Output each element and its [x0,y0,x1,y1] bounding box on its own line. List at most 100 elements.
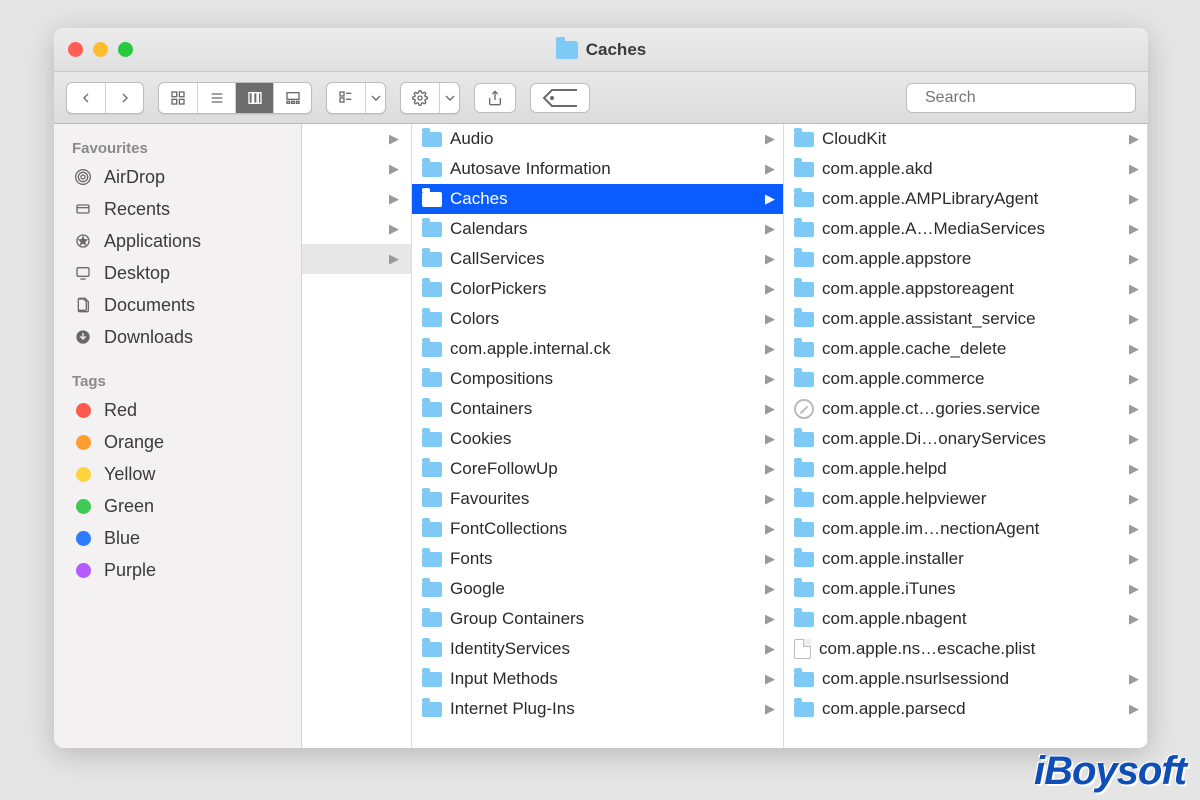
item-label: com.apple.internal.ck [450,339,757,359]
minimize-button[interactable] [93,42,108,57]
finder-window: Caches [54,28,1148,748]
list-item[interactable]: com.apple.commerce▶ [784,364,1147,394]
share-button[interactable] [474,83,516,113]
search-input[interactable] [925,89,1132,107]
zoom-button[interactable] [118,42,133,57]
list-item[interactable]: Compositions▶ [412,364,783,394]
folder-icon [794,132,814,147]
folder-icon [794,552,814,567]
item-label: Internet Plug-Ins [450,699,757,719]
parent-item[interactable]: ▶ [302,184,411,214]
item-label: Calendars [450,219,757,239]
list-item[interactable]: com.apple.nbagent▶ [784,604,1147,634]
view-icons-button[interactable] [159,83,197,113]
back-button[interactable] [67,83,105,113]
sidebar-tag-purple[interactable]: Purple [60,554,295,586]
sidebar-item-applications[interactable]: Applications [60,225,295,257]
list-item[interactable]: Google▶ [412,574,783,604]
chevron-right-icon: ▶ [1129,161,1139,177]
sidebar-item-recents[interactable]: Recents [60,193,295,225]
list-item[interactable]: com.apple.ns…escache.plist [784,634,1147,664]
list-item[interactable]: com.apple.akd▶ [784,154,1147,184]
recents-icon [72,198,94,220]
list-item[interactable]: com.apple.installer▶ [784,544,1147,574]
forward-button[interactable] [105,83,143,113]
group-by[interactable] [326,82,386,114]
list-item[interactable]: com.apple.parsecd▶ [784,694,1147,724]
list-item[interactable]: com.apple.appstore▶ [784,244,1147,274]
parent-item[interactable]: ▶ [302,214,411,244]
gear-icon[interactable] [401,83,439,113]
view-gallery-button[interactable] [273,83,311,113]
sidebar-tag-label: Purple [104,560,156,581]
sidebar-item-downloads[interactable]: Downloads [60,321,295,353]
chevron-down-icon[interactable] [365,83,385,113]
list-item[interactable]: ColorPickers▶ [412,274,783,304]
list-item[interactable]: com.apple.AMPLibraryAgent▶ [784,184,1147,214]
item-label: ColorPickers [450,279,757,299]
item-label: com.apple.A…MediaServices [822,219,1121,239]
list-item[interactable]: com.apple.nsurlsessiond▶ [784,664,1147,694]
list-item[interactable]: Favourites▶ [412,484,783,514]
parent-item[interactable]: ▶ [302,124,411,154]
column-0[interactable]: ▶ ▶ ▶ ▶ ▶ [302,124,412,748]
column-2[interactable]: CloudKit▶com.apple.akd▶com.apple.AMPLibr… [784,124,1148,748]
nav-back-forward [66,82,144,114]
item-label: com.apple.ns…escache.plist [819,639,1139,659]
list-item[interactable]: com.apple.assistant_service▶ [784,304,1147,334]
list-item[interactable]: com.apple.appstoreagent▶ [784,274,1147,304]
sidebar-tag-green[interactable]: Green [60,490,295,522]
tag-dot-icon [76,563,91,578]
list-item[interactable]: Calendars▶ [412,214,783,244]
list-item[interactable]: com.apple.ct…gories.service▶ [784,394,1147,424]
action-menu[interactable] [400,82,460,114]
column-1[interactable]: Audio▶Autosave Information▶Caches▶Calend… [412,124,784,748]
item-label: com.apple.helpviewer [822,489,1121,509]
folder-icon [794,222,814,237]
parent-item-selected[interactable]: ▶ [302,244,411,274]
list-item[interactable]: Fonts▶ [412,544,783,574]
search-field[interactable] [906,83,1136,113]
list-item[interactable]: com.apple.A…MediaServices▶ [784,214,1147,244]
list-item[interactable]: FontCollections▶ [412,514,783,544]
sidebar-tag-orange[interactable]: Orange [60,426,295,458]
group-by-button[interactable] [327,83,365,113]
list-item[interactable]: com.apple.helpd▶ [784,454,1147,484]
list-item[interactable]: Audio▶ [412,124,783,154]
sidebar-item-airdrop[interactable]: AirDrop [60,161,295,193]
list-item[interactable]: Group Containers▶ [412,604,783,634]
list-item[interactable]: com.apple.Di…onaryServices▶ [784,424,1147,454]
list-item[interactable]: com.apple.iTunes▶ [784,574,1147,604]
chevron-down-icon[interactable] [439,83,459,113]
list-item[interactable]: IdentityServices▶ [412,634,783,664]
list-item[interactable]: Input Methods▶ [412,664,783,694]
sidebar-tag-blue[interactable]: Blue [60,522,295,554]
sidebar-item-desktop[interactable]: Desktop [60,257,295,289]
list-item[interactable]: CloudKit▶ [784,124,1147,154]
list-item[interactable]: com.apple.im…nectionAgent▶ [784,514,1147,544]
list-item[interactable]: com.apple.internal.ck ▶ [412,334,783,364]
parent-item[interactable]: ▶ [302,154,411,184]
list-item[interactable]: Colors▶ [412,304,783,334]
list-item[interactable]: CallServices▶ [412,244,783,274]
close-button[interactable] [68,42,83,57]
list-item[interactable]: com.apple.helpviewer▶ [784,484,1147,514]
list-item[interactable]: Caches▶ [412,184,783,214]
item-label: Input Methods [450,669,757,689]
view-columns-button[interactable] [235,83,273,113]
list-item[interactable]: Internet Plug-Ins▶ [412,694,783,724]
sidebar-tag-red[interactable]: Red [60,394,295,426]
sidebar-item-documents[interactable]: Documents [60,289,295,321]
list-item[interactable]: CoreFollowUp▶ [412,454,783,484]
tags-button[interactable] [530,83,590,113]
list-item[interactable]: com.apple.cache_delete▶ [784,334,1147,364]
item-label: FontCollections [450,519,757,539]
sidebar-item-label: Recents [104,199,170,220]
list-item[interactable]: Autosave Information▶ [412,154,783,184]
sidebar-tag-yellow[interactable]: Yellow [60,458,295,490]
sidebar-item-label: AirDrop [104,167,165,188]
view-list-button[interactable] [197,83,235,113]
list-item[interactable]: Containers▶ [412,394,783,424]
list-item[interactable]: Cookies▶ [412,424,783,454]
chevron-right-icon: ▶ [765,341,775,357]
